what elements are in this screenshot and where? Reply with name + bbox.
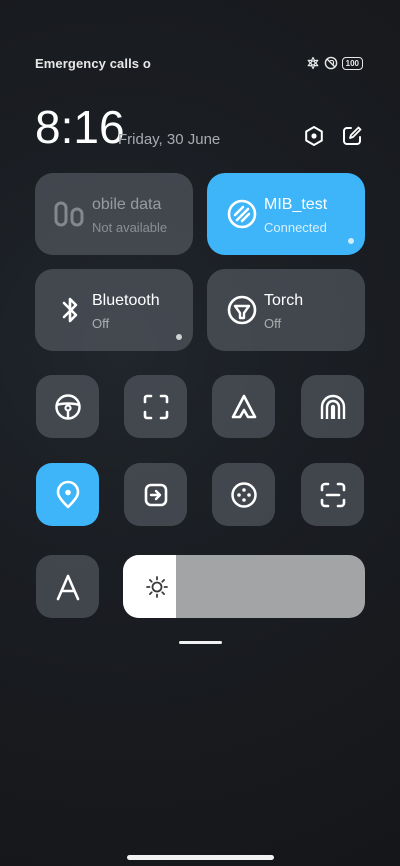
screenshot-icon (143, 394, 168, 419)
gesture-navigation-bar[interactable] (127, 855, 274, 860)
tile-mobile-data[interactable]: obile data Not available (35, 173, 193, 255)
clock-time: 8:16 (35, 101, 125, 153)
edit-button[interactable] (340, 124, 364, 148)
tile-torch-status: Off (264, 316, 282, 331)
auto-brightness-button[interactable] (36, 555, 99, 618)
tile-mobile-data-status: Not available (92, 220, 168, 235)
no-sim-icon (324, 56, 337, 70)
tile-wifi-status: Connected (264, 220, 327, 235)
settings-icon (305, 126, 323, 146)
torch-icon (225, 293, 259, 327)
tile-bluetooth-status: Off (92, 316, 110, 331)
tile-mobile-data-title: obile data (92, 196, 162, 213)
tile-bluetooth[interactable]: Bluetooth Off (35, 269, 193, 351)
sun-icon (146, 576, 168, 598)
panel-drag-handle[interactable] (179, 641, 222, 644)
tile-driving-mode[interactable] (36, 375, 99, 438)
tile-torch-title: Torch (264, 292, 304, 309)
nfc-icon (320, 394, 345, 419)
brightness-slider[interactable] (123, 555, 365, 618)
tile-torch[interactable]: Torch Off (207, 269, 365, 351)
tile-wifi-title: MIB_test (264, 196, 328, 213)
flower-icon (307, 56, 319, 70)
mobile-data-icon (53, 197, 87, 231)
dots-circle-icon (230, 481, 257, 508)
tile-bluetooth-more-indicator (176, 334, 182, 340)
status-carrier-text: Emergency calls o (35, 56, 151, 71)
auto-brightness-icon (56, 574, 79, 600)
tile-wifi-more-indicator (348, 238, 354, 244)
tile-location[interactable] (36, 463, 99, 526)
location-icon (56, 480, 79, 508)
tile-nfc[interactable] (301, 375, 364, 438)
tile-screenshot[interactable] (124, 375, 187, 438)
clock-date: Friday, 30 June (118, 131, 221, 148)
settings-button[interactable] (302, 124, 326, 148)
tile-bluetooth-title: Bluetooth (92, 292, 160, 309)
edit-icon (343, 126, 362, 145)
battery-icon: 100 (341, 56, 363, 70)
triangle-icon (231, 394, 256, 418)
cast-icon (144, 483, 167, 506)
tile-hotspot[interactable] (212, 463, 275, 526)
tile-scanner[interactable] (301, 463, 364, 526)
status-icons: 100 (306, 56, 363, 70)
tile-cast[interactable] (124, 463, 187, 526)
tile-reading-mode[interactable] (212, 375, 275, 438)
steering-wheel-icon (54, 393, 81, 420)
tile-wifi[interactable]: MIB_test Connected (207, 173, 365, 255)
scanner-icon (320, 482, 345, 507)
bluetooth-icon (53, 293, 87, 327)
wifi-icon (225, 197, 259, 231)
